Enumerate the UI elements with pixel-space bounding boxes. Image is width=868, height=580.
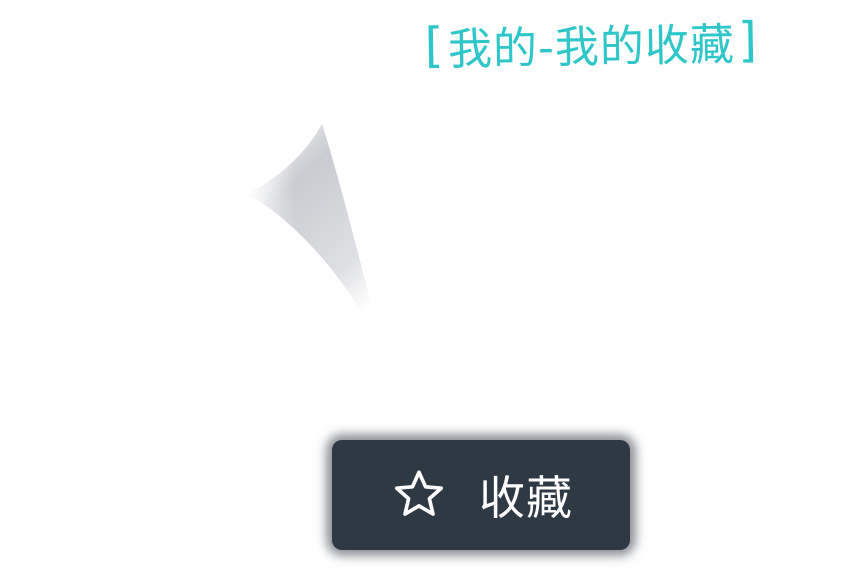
pointer-swoosh-graphic (248, 124, 382, 348)
annotation-close-bracket: ] (734, 11, 766, 69)
annotation-open-bracket: [ (417, 17, 449, 75)
star-outline-icon (389, 465, 449, 525)
annotation-text: 我的-我的收藏 (447, 19, 736, 76)
favorite-button-label: 收藏 (479, 471, 573, 525)
screen-annotation-label: [ 我的-我的收藏 ] (417, 5, 766, 81)
favorite-button[interactable]: 收藏 (332, 440, 630, 550)
